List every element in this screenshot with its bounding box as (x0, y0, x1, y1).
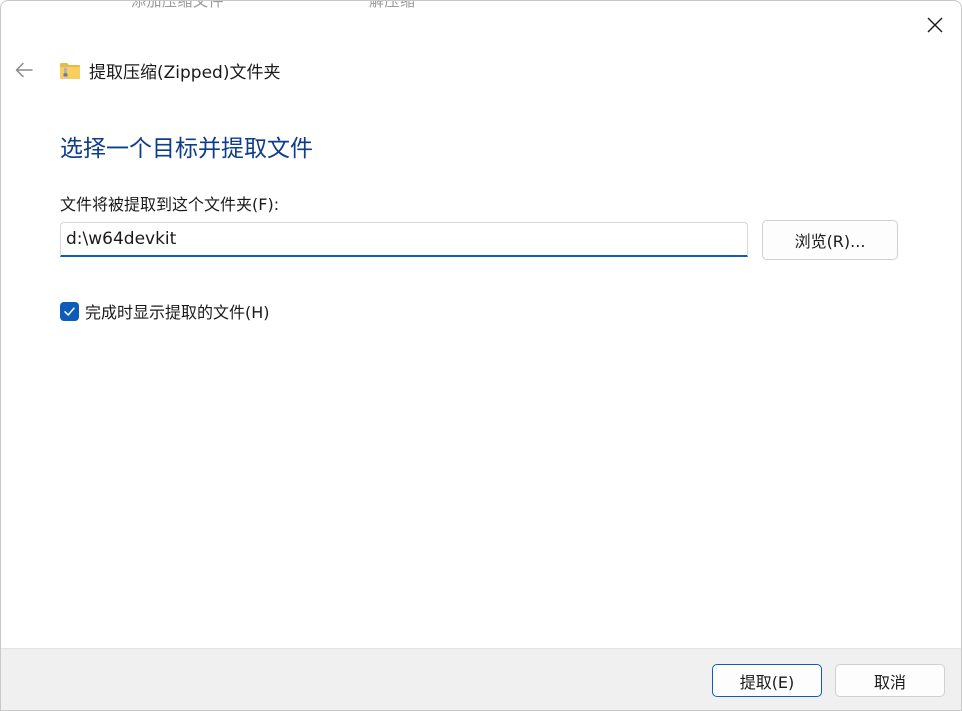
zipped-folder-icon (60, 62, 80, 79)
back-button[interactable] (9, 55, 39, 85)
destination-label: 文件将被提取到这个文件夹(F): (60, 195, 280, 214)
back-arrow-icon (15, 62, 33, 78)
dialog-footer: 提取(E) 取消 (1, 648, 961, 710)
background-window-text: 添加压缩文件 (131, 0, 225, 10)
extract-button[interactable]: 提取(E) (712, 664, 822, 697)
dialog-title: 提取压缩(Zipped)文件夹 (89, 63, 281, 83)
show-extracted-files-option[interactable]: 完成时显示提取的文件(H) (60, 299, 270, 323)
dialog-title-bar: 提取压缩(Zipped)文件夹 (59, 58, 280, 83)
destination-path-input[interactable] (60, 222, 748, 257)
close-button[interactable] (911, 7, 959, 43)
page-heading: 选择一个目标并提取文件 (60, 136, 313, 162)
background-window-text: 解压缩 (369, 0, 416, 10)
show-extracted-files-checkbox[interactable] (60, 301, 79, 321)
browse-button[interactable]: 浏览(R)... (762, 220, 898, 260)
extract-dialog: 添加压缩文件 解压缩 提取压缩(Zipped)文件夹 选择一个目标并提取文件 文… (0, 0, 962, 711)
close-icon (927, 17, 943, 33)
cancel-button[interactable]: 取消 (835, 664, 945, 697)
show-extracted-files-label: 完成时显示提取的文件(H) (85, 303, 270, 322)
checkmark-icon (64, 306, 75, 316)
